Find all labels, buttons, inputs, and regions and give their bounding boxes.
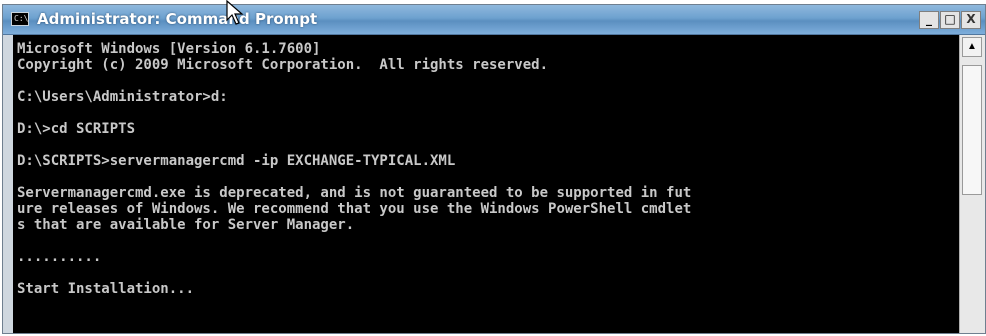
console-line: Microsoft Windows [Version 6.1.7600]	[17, 41, 321, 57]
console-text: Microsoft Windows [Version 6.1.7600] Copy…	[13, 35, 959, 297]
console-line: s that are available for Server Manager.	[17, 217, 355, 233]
maximize-button[interactable]: □	[940, 11, 960, 29]
vertical-scrollbar[interactable]: ▲	[959, 35, 985, 333]
console-line: ure releases of Windows. We recommend th…	[17, 201, 692, 217]
console-line: Start Installation...	[17, 281, 195, 297]
console-line: Copyright (c) 2009 Microsoft Corporation…	[17, 57, 549, 73]
command-prompt-window: C:\ Administrator: Command Prompt _ □ X …	[2, 4, 986, 334]
console-line: ..........	[17, 249, 102, 265]
console-line: D:\SCRIPTS>servermanagercmd -ip EXCHANGE…	[17, 153, 456, 169]
scroll-thumb[interactable]	[962, 65, 982, 195]
minimize-button[interactable]: _	[919, 11, 939, 29]
caption-buttons: _ □ X	[919, 11, 981, 29]
scroll-up-arrow-icon[interactable]: ▲	[962, 37, 982, 57]
console-output[interactable]: Microsoft Windows [Version 6.1.7600] Copy…	[13, 35, 959, 333]
close-button[interactable]: X	[961, 11, 981, 29]
command-prompt-icon[interactable]: C:\	[11, 12, 29, 26]
console-line: Servermanagercmd.exe is deprecated, and …	[17, 185, 692, 201]
title-bar[interactable]: C:\ Administrator: Command Prompt _ □ X	[3, 5, 985, 35]
window-title: Administrator: Command Prompt	[37, 10, 318, 28]
console-line: D:\>cd SCRIPTS	[17, 121, 136, 137]
console-line: C:\Users\Administrator>d:	[17, 89, 228, 105]
mouse-pointer-icon	[226, 0, 244, 25]
